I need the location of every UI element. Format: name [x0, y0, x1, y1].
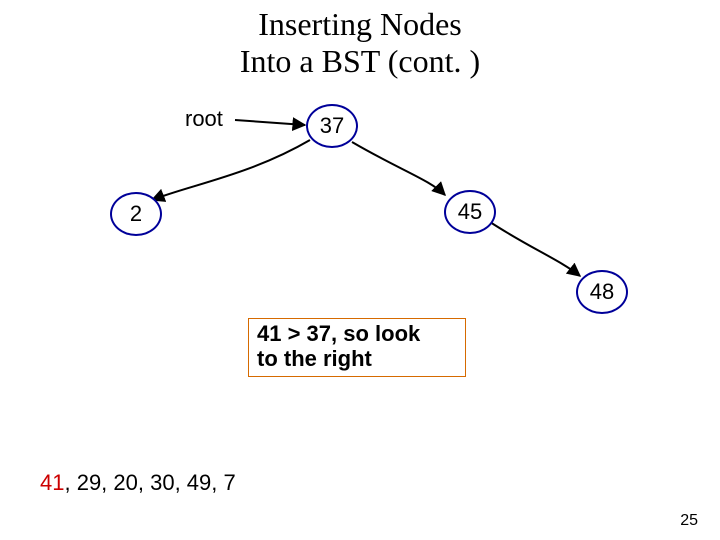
note-line-1: 41 > 37, so look: [257, 321, 457, 346]
tree-edges: [0, 0, 720, 540]
tree-node-45: 45: [444, 190, 496, 234]
comparison-note: 41 > 37, so look to the right: [248, 318, 466, 377]
node-value: 48: [590, 279, 614, 305]
root-label: root: [185, 106, 223, 132]
slide-title: Inserting Nodes Into a BST (cont. ): [0, 6, 720, 80]
sequence-current: 41: [40, 470, 64, 495]
title-line-1: Inserting Nodes: [258, 6, 462, 42]
node-value: 37: [320, 113, 344, 139]
tree-node-37: 37: [306, 104, 358, 148]
sequence-rest: , 29, 20, 30, 49, 7: [64, 470, 235, 495]
node-value: 2: [130, 201, 142, 227]
note-line-2: to the right: [257, 346, 457, 371]
tree-node-48: 48: [576, 270, 628, 314]
title-line-2: Into a BST (cont. ): [240, 43, 480, 79]
page-number: 25: [680, 512, 698, 530]
tree-node-2: 2: [110, 192, 162, 236]
node-value: 45: [458, 199, 482, 225]
insertion-sequence: 41, 29, 20, 30, 49, 7: [40, 470, 236, 496]
